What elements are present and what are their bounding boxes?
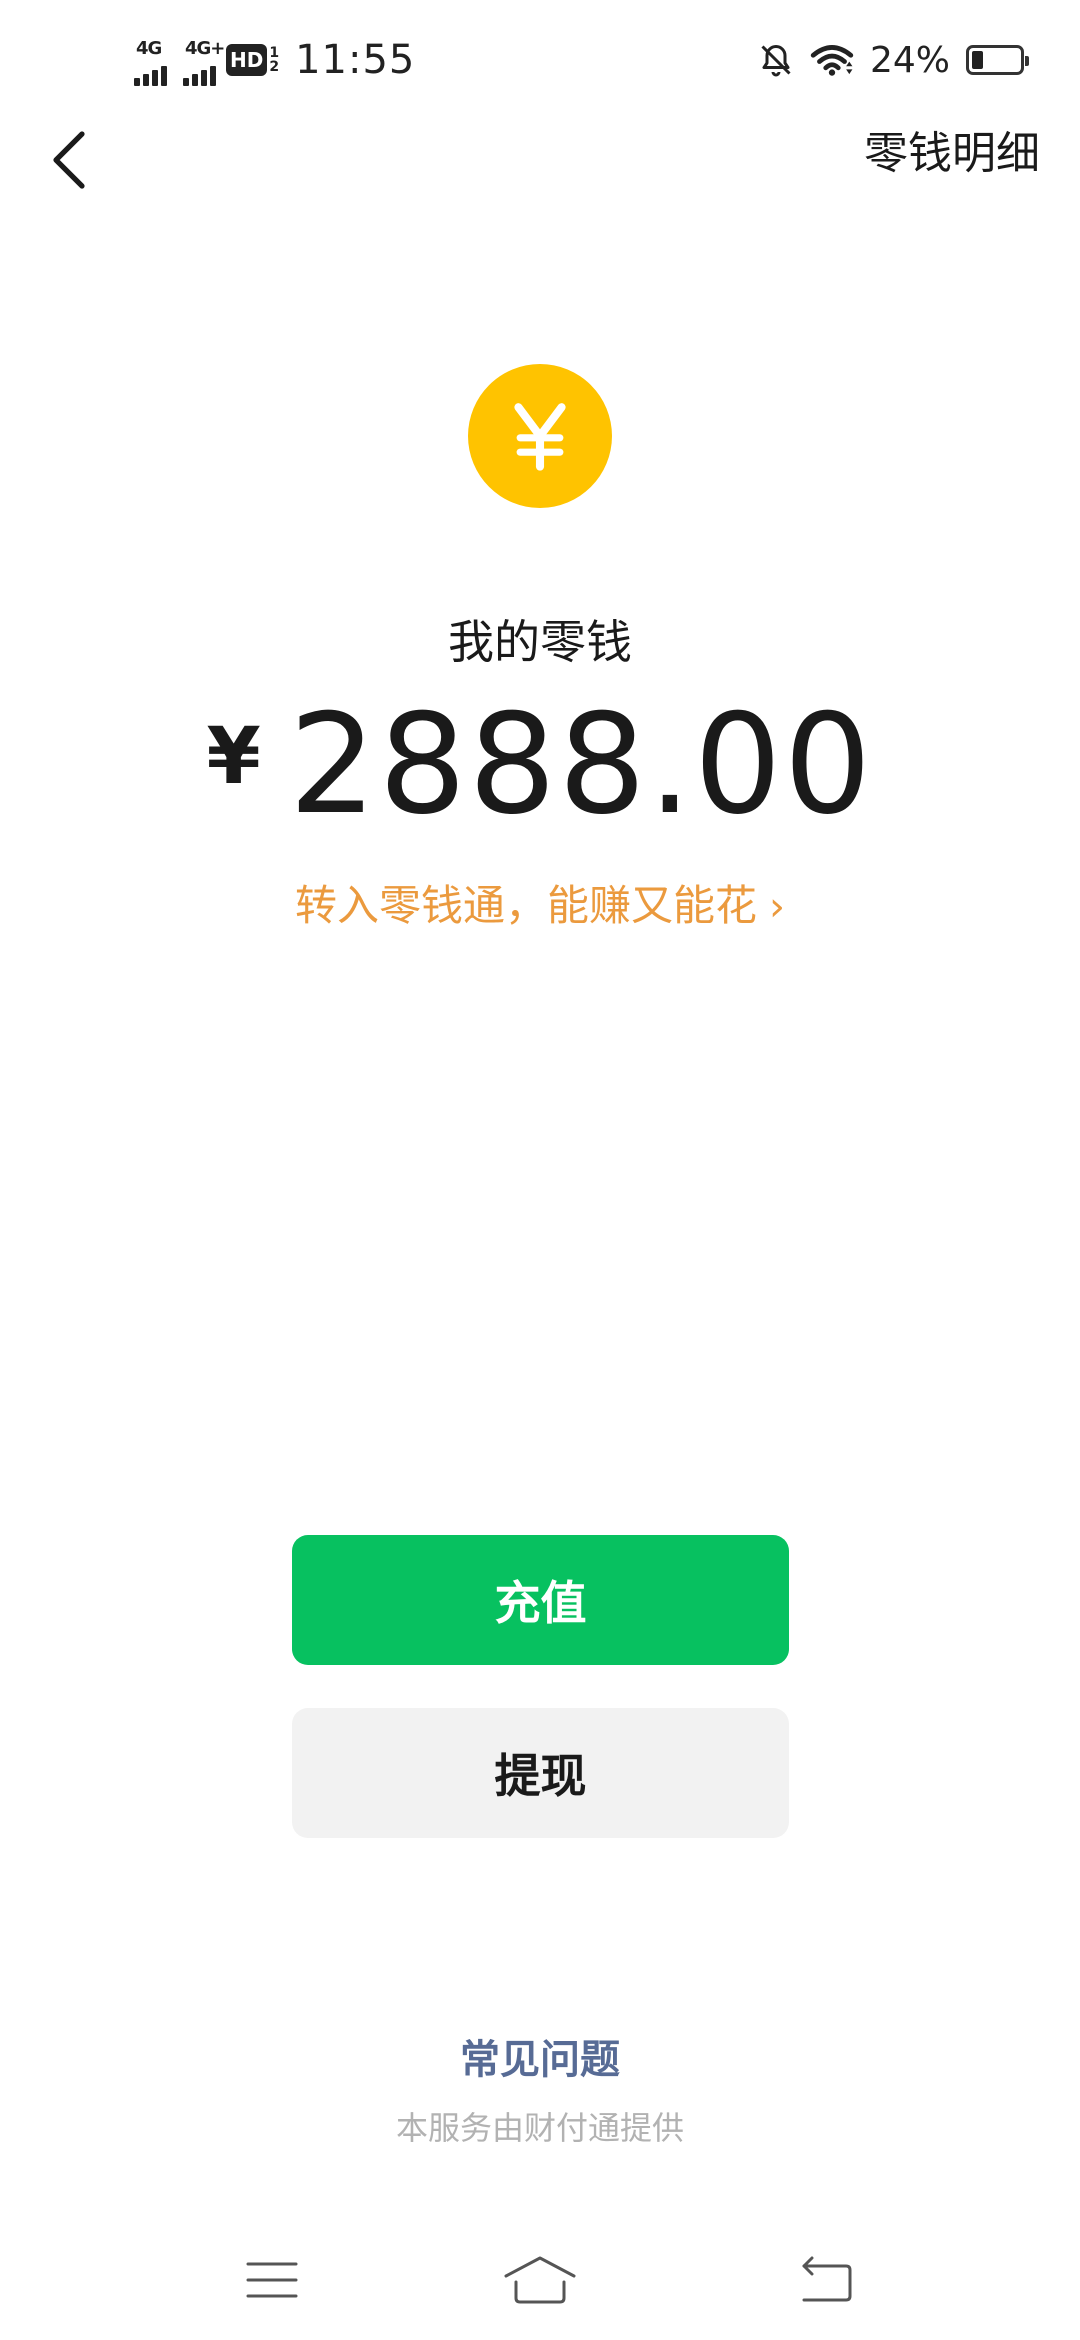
wifi-icon bbox=[810, 45, 854, 76]
provider-note: 本服务由财付通提供 bbox=[395, 2109, 684, 2147]
battery-icon bbox=[966, 45, 1029, 75]
balance-amount-row: ¥ 2888.00 bbox=[0, 690, 1080, 840]
sim2-network-label: 4G+ bbox=[185, 38, 225, 59]
system-back-button[interactable] bbox=[776, 2240, 876, 2320]
chevron-left-icon bbox=[53, 131, 85, 189]
menu-button[interactable] bbox=[222, 2240, 322, 2320]
hd-slot-top: 1 bbox=[269, 45, 280, 61]
status-right-group: 24% bbox=[758, 34, 1029, 86]
lingqiantong-promo-link[interactable]: 转入零钱通，能赚又能花 › bbox=[0, 876, 1080, 937]
promo-text: 转入零钱通，能赚又能花 bbox=[294, 881, 757, 930]
recharge-button[interactable]: 充值 bbox=[292, 1535, 789, 1665]
hd-slot-bottom: 2 bbox=[269, 59, 280, 75]
back-nav-icon bbox=[802, 2256, 852, 2302]
menu-icon bbox=[246, 2262, 298, 2298]
currency-symbol: ¥ bbox=[206, 712, 261, 802]
balance-amount: 2888.00 bbox=[288, 684, 874, 845]
chevron-right-icon: › bbox=[769, 884, 785, 930]
hd-label: HD bbox=[226, 44, 268, 76]
battery-percent: 24% bbox=[869, 39, 950, 81]
balance-details-link[interactable]: 零钱明细 bbox=[864, 124, 1040, 184]
faq-link[interactable]: 常见问题 bbox=[0, 2032, 1080, 2088]
status-bar: 4G 4G+ HD 1 2 11:55 24% bbox=[0, 0, 1080, 120]
status-time: 11:55 bbox=[295, 37, 416, 83]
hd-voice-icon: HD 1 2 bbox=[226, 42, 279, 78]
system-nav-bar bbox=[0, 2220, 1080, 2340]
back-button[interactable] bbox=[30, 120, 110, 200]
home-icon bbox=[504, 2256, 576, 2304]
withdraw-button[interactable]: 提现 bbox=[292, 1708, 789, 1838]
balance-label: 我的零钱 bbox=[448, 615, 632, 669]
sim1-network-label: 4G bbox=[136, 38, 162, 59]
yuan-symbol-icon bbox=[514, 403, 566, 471]
yuan-coin-icon bbox=[468, 364, 612, 508]
sim2-signal-icon: 4G+ bbox=[183, 34, 225, 86]
status-left-group: 4G 4G+ HD 1 2 11:55 bbox=[134, 28, 415, 92]
home-button[interactable] bbox=[490, 2240, 590, 2320]
sim1-signal-icon: 4G bbox=[134, 34, 167, 86]
alarm-off-icon bbox=[761, 45, 791, 77]
